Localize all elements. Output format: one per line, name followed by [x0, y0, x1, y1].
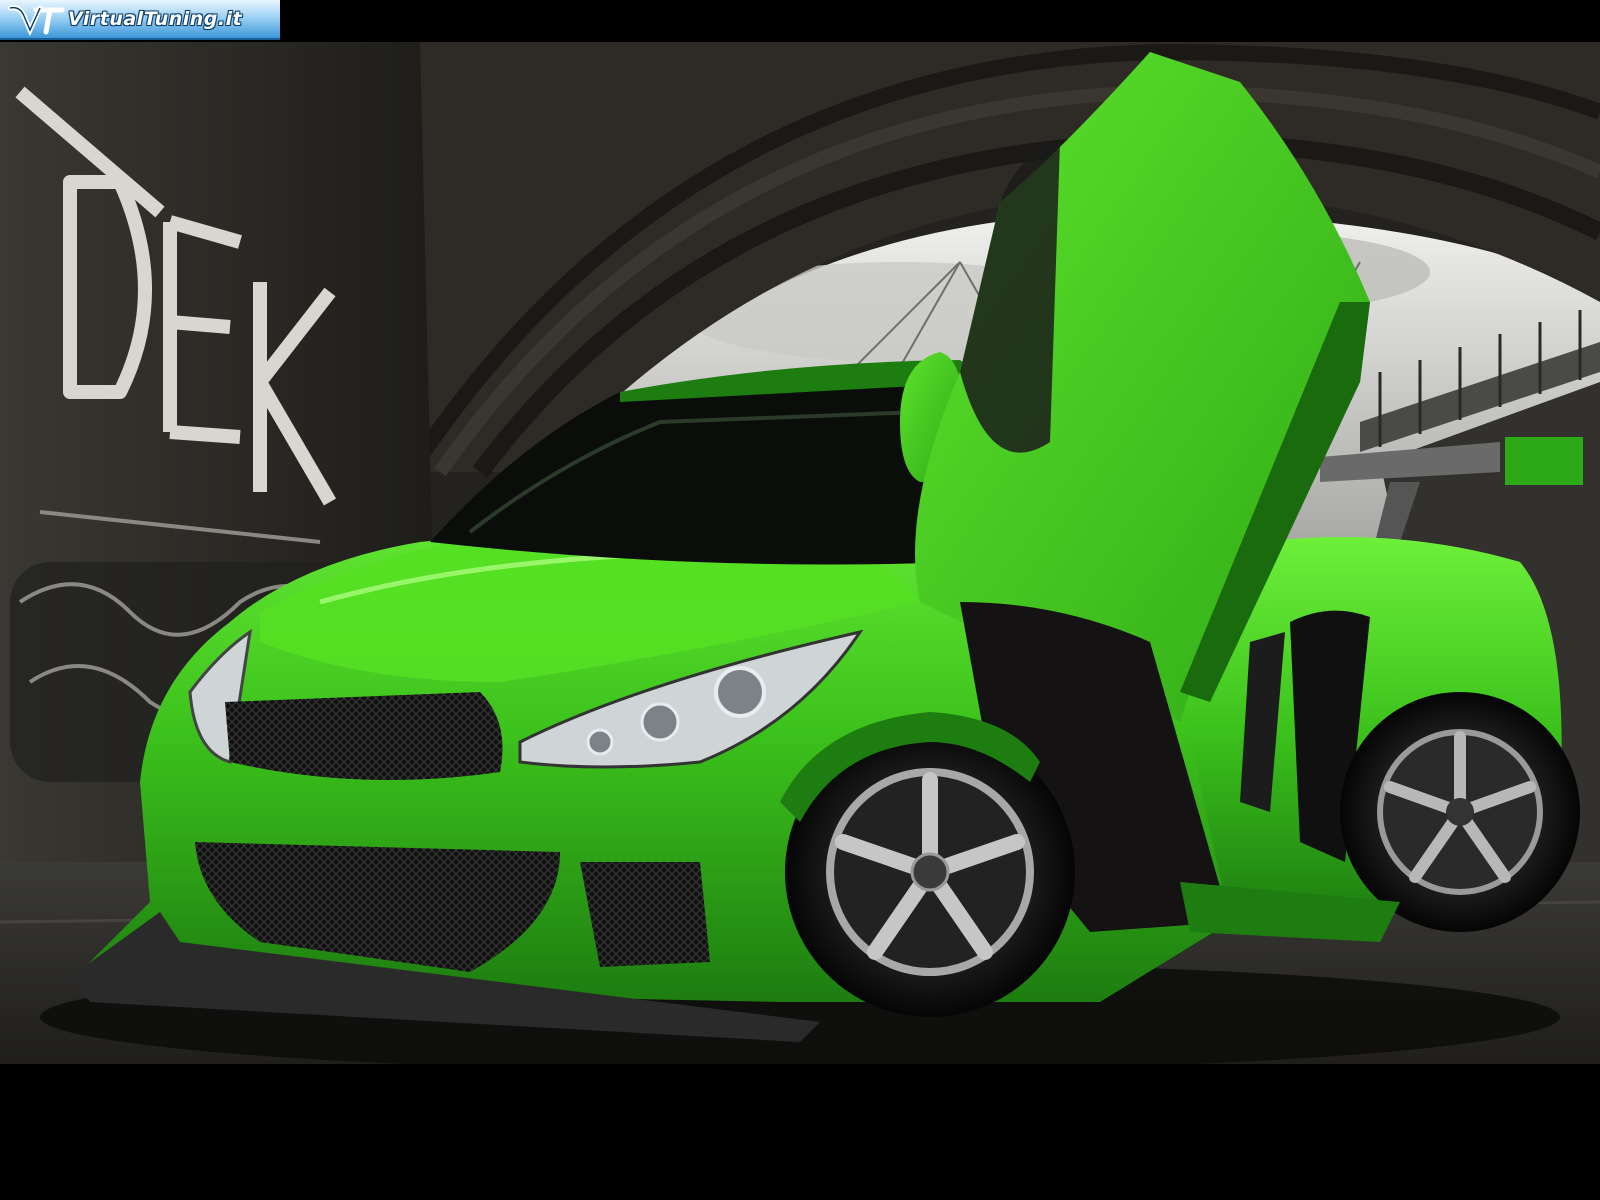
- headlight-projector: [640, 702, 680, 742]
- vt-logo-icon: [7, 5, 65, 36]
- image-frame: VirtualTuning.it: [0, 0, 1600, 1200]
- watermark-banner: VirtualTuning.it: [0, 0, 280, 40]
- side-vent: [580, 862, 710, 967]
- rear-wing-endplate: [1505, 437, 1583, 485]
- front-hub: [910, 852, 950, 892]
- rear-hub: [1446, 798, 1474, 826]
- photo-scene: [0, 42, 1600, 1064]
- upper-grille: [225, 692, 503, 780]
- letterbox-bottom: [0, 1064, 1600, 1200]
- headlight-projector: [586, 728, 614, 756]
- watermark-text: VirtualTuning.it: [68, 8, 243, 30]
- scene-illustration: [0, 42, 1600, 1064]
- headlight-projector: [714, 666, 766, 718]
